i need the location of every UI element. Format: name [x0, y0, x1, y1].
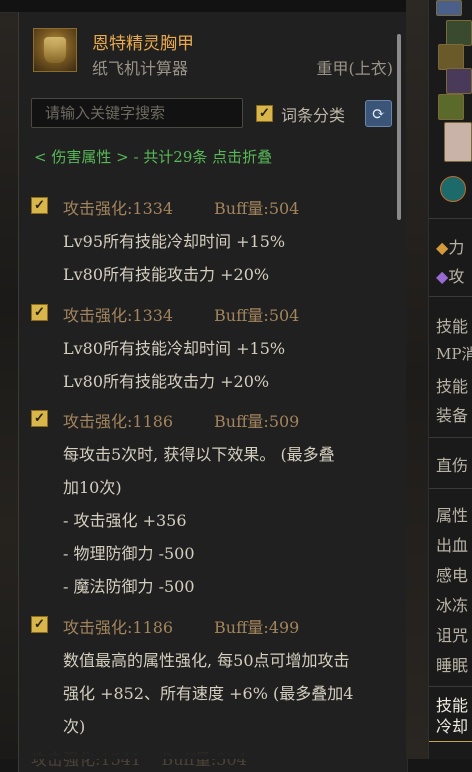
- background-right: [406, 0, 428, 759]
- side-label: 诅咒: [436, 626, 469, 645]
- item-header: 恩特精灵胸甲 纸飞机计算器 重甲(上衣): [33, 28, 393, 80]
- divider: [429, 686, 472, 687]
- scrollbar[interactable]: [397, 34, 401, 220]
- entry-attack-value: 攻击强化:1186: [63, 412, 174, 431]
- skill-icon[interactable]: [436, 0, 462, 16]
- entry-line: 数值最高的属性强化, 每50点可增加攻击: [63, 651, 350, 670]
- entry-checkbox[interactable]: ✓: [31, 304, 48, 321]
- entry-checkbox[interactable]: ✓: [31, 410, 48, 427]
- side-label: 技能: [436, 377, 469, 396]
- entry-line: 次): [63, 717, 86, 736]
- side-label: 属性: [436, 506, 469, 525]
- entry-attack-value: 攻击强化:1334: [63, 199, 174, 218]
- side-label: MP消: [436, 345, 472, 363]
- item-type: 重甲(上衣): [316, 59, 394, 78]
- side-label: 技能: [436, 317, 469, 336]
- divider: [429, 488, 472, 489]
- entry-attack-value: 攻击强化:1334: [63, 306, 174, 325]
- skill-icon[interactable]: [446, 20, 472, 46]
- entry-header[interactable]: ✓ 攻击强化:1334 Buff量:504: [31, 195, 299, 271]
- side-label: 感电: [436, 566, 469, 585]
- side-label: ◆力: [436, 238, 465, 257]
- entry-line: - 魔法防御力 -500: [63, 577, 195, 596]
- entry-line: 强化 +852、所有速度 +6% (最多叠加4: [63, 684, 354, 703]
- divider: [429, 296, 472, 297]
- skill-icon[interactable]: [438, 44, 464, 70]
- entry-line: - 物理防御力 -500: [63, 544, 195, 563]
- entry-line: - 攻击强化 +356: [63, 511, 187, 530]
- side-label: 冰冻: [436, 596, 469, 615]
- entry-line: Lv95所有技能冷却时间 +15%: [63, 232, 286, 251]
- scroll-fade: [19, 740, 405, 759]
- divider: [429, 218, 472, 219]
- entry-line: Lv80所有技能冷却时间 +15%: [63, 339, 286, 358]
- classify-label[interactable]: 词条分类: [281, 102, 345, 126]
- side-label: 装备: [436, 406, 469, 425]
- side-label: 出血: [436, 536, 469, 555]
- entry-line: 每攻击5次时, 获得以下效果。 (最多叠: [63, 445, 335, 464]
- side-label: 睡眠: [436, 656, 469, 675]
- entry-line: Lv80所有技能攻击力 +20%: [63, 265, 270, 284]
- item-subtitle: 纸飞机计算器: [92, 59, 189, 78]
- entry-line: 加10次): [63, 478, 122, 497]
- orb-icon[interactable]: [440, 176, 466, 202]
- refresh-icon: ⟳: [371, 104, 386, 123]
- entry-buff-value: Buff量:499: [214, 618, 300, 637]
- entry-buff-value: Buff量:509: [214, 412, 300, 431]
- skill-icon[interactable]: [438, 94, 464, 120]
- character-portrait[interactable]: [444, 122, 472, 162]
- entry-buff-value: Buff量:504: [214, 306, 300, 325]
- entry-header[interactable]: ✓ 攻击强化:1186 Buff量:499: [31, 614, 299, 690]
- side-label: 冷却: [436, 717, 469, 736]
- background-left: [0, 0, 20, 759]
- item-name: 恩特精灵胸甲: [92, 34, 194, 54]
- refresh-button[interactable]: ⟳: [365, 100, 392, 127]
- entry-header[interactable]: ✓ 攻击强化:1334 Buff量:504: [31, 302, 299, 378]
- entry-attack-value: 攻击强化:1186: [63, 618, 174, 637]
- entry-checkbox[interactable]: ✓: [31, 616, 48, 633]
- skill-icon[interactable]: [446, 68, 472, 94]
- classify-checkbox[interactable]: ✓: [256, 105, 273, 122]
- entry-line: Lv80所有技能攻击力 +20%: [63, 372, 270, 391]
- side-label: 直伤: [436, 456, 469, 475]
- divider: [429, 437, 472, 438]
- side-label: ◆攻: [436, 267, 465, 286]
- entry-header[interactable]: ✓ 攻击强化:1186 Buff量:509: [31, 408, 299, 484]
- search-input[interactable]: [31, 98, 243, 128]
- category-toggle[interactable]: < 伤害属性 > - 共计29条 点击折叠: [34, 146, 272, 167]
- chest-armor-icon: [33, 28, 77, 72]
- divider: [429, 741, 472, 742]
- entry-buff-value: Buff量:504: [214, 199, 300, 218]
- entry-checkbox[interactable]: ✓: [31, 197, 48, 214]
